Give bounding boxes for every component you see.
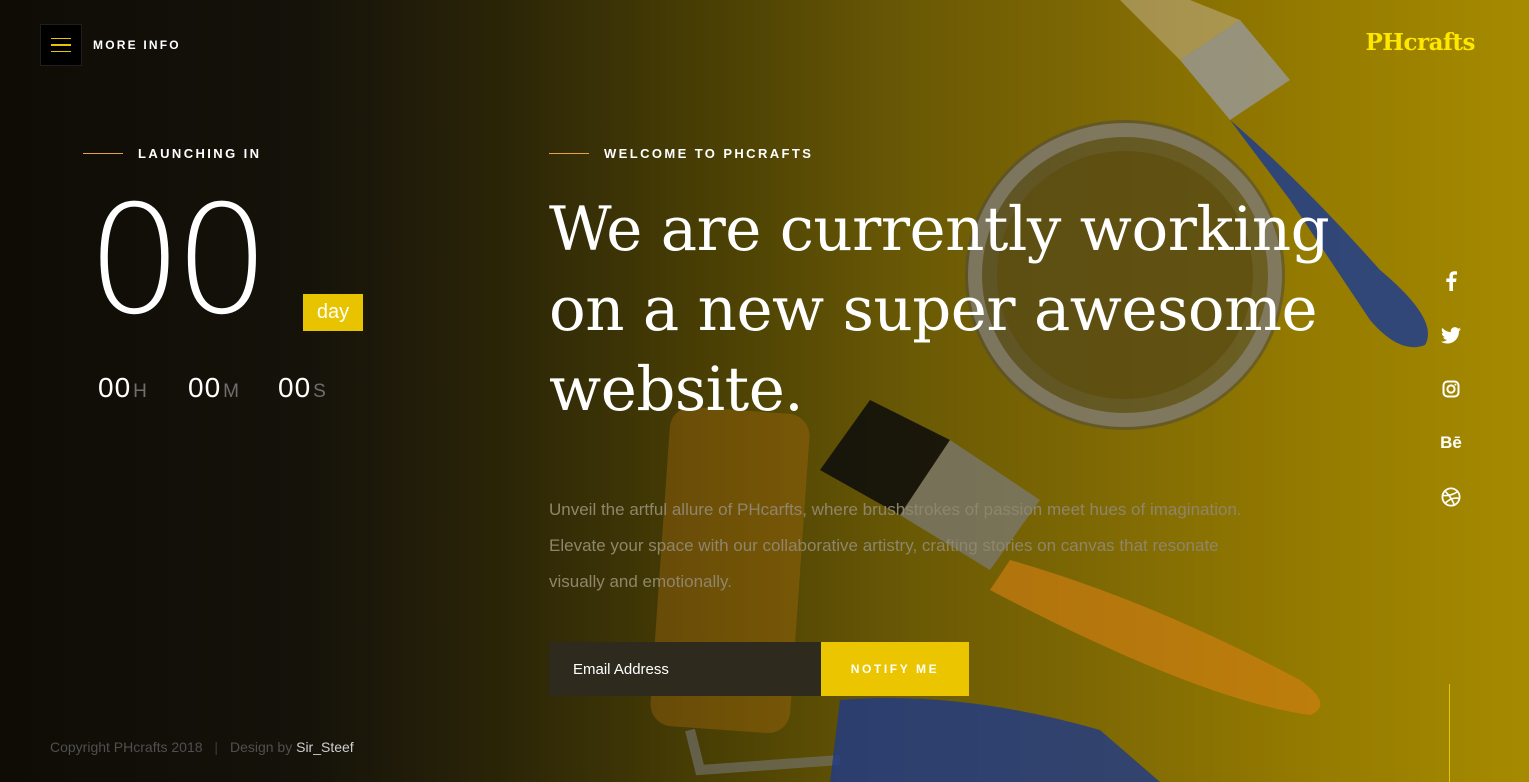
design-by-text: Design by [229,739,293,755]
notify-me-button[interactable]: NOTIFY ME [821,642,969,696]
behance-icon[interactable]: Bē [1438,430,1464,456]
seconds-value: 00 [278,372,312,403]
copyright-text: Copyright PHcrafts 2018 [50,739,203,755]
twitter-icon[interactable] [1438,322,1464,348]
minutes-label: M [223,381,239,402]
more-info-link[interactable]: MORE INFO [93,38,181,52]
minutes-value: 00 [188,372,222,403]
social-links: Bē [1438,268,1464,538]
hamburger-icon [51,50,71,53]
author-link[interactable]: Sir_Steef [296,739,354,755]
instagram-icon[interactable] [1438,376,1464,402]
hamburger-icon [51,37,71,40]
footer: Copyright PHcrafts 2018 | Design by Sir_… [50,739,354,755]
welcome-label: WELCOME TO PHCRAFTS [604,146,814,161]
footer-separator: | [214,739,219,755]
kicker-line [549,153,589,154]
launching-kicker: LAUNCHING IN [83,146,261,161]
logo[interactable]: PHcrafts [1365,29,1475,56]
hamburger-icon [51,44,71,46]
email-field[interactable]: Email Address [549,642,821,696]
kicker-line [83,153,123,154]
facebook-icon[interactable] [1438,268,1464,294]
headline: We are currently working on a new super … [549,194,1330,425]
hours-value: 00 [98,372,132,403]
minutes-counter: 00 M [188,372,239,404]
dribbble-icon[interactable] [1438,484,1464,510]
day-badge: day [303,294,363,331]
launching-label: LAUNCHING IN [138,146,262,161]
seconds-label: S [313,381,326,402]
seconds-counter: 00 S [278,372,326,404]
menu-button[interactable] [40,24,82,66]
days-count: 00 [87,174,270,348]
hours-label: H [133,381,147,402]
hours-counter: 00 H [98,372,147,404]
welcome-kicker: WELCOME TO PHCRAFTS [549,146,813,161]
description: Unveil the artful allure of PHcarfts, wh… [549,500,1242,591]
scroll-line [1449,684,1450,782]
